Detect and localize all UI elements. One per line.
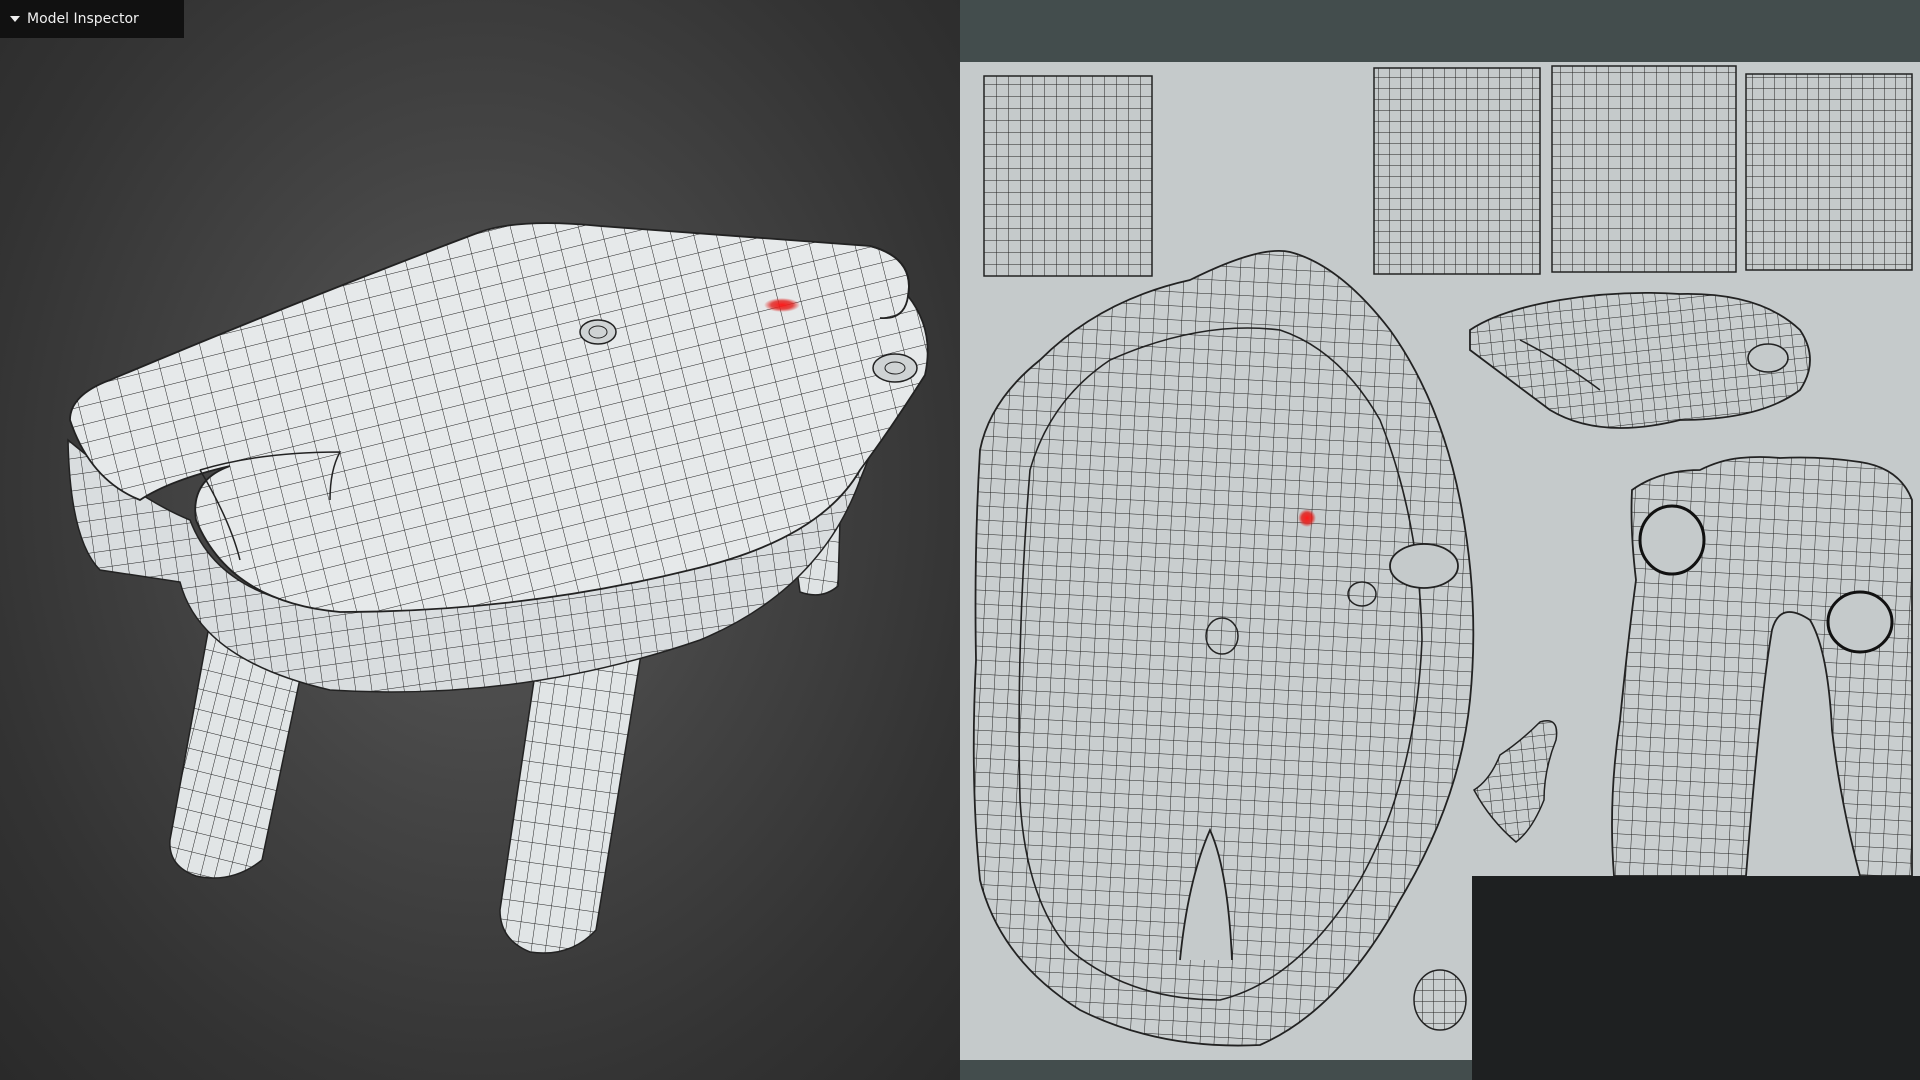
empty-region (1472, 876, 1920, 1080)
uv-island-ear[interactable] (1469, 291, 1811, 429)
uv-island-round[interactable] (1413, 969, 1467, 1031)
uv-island-legs[interactable] (1611, 456, 1913, 877)
stool-mesh[interactable] (0, 0, 960, 1080)
app-root: Model Inspector (0, 0, 1920, 1080)
uv-island-tab[interactable] (1473, 720, 1558, 843)
uv-editor-panel[interactable] (960, 0, 1920, 1080)
model-inspector-header[interactable]: Model Inspector (0, 0, 184, 38)
caret-down-icon[interactable] (10, 16, 20, 22)
3d-point-marker[interactable] (764, 298, 800, 312)
panel-title: Model Inspector (27, 11, 139, 27)
uv-island-seat[interactable] (972, 249, 1475, 1047)
viewport-3d[interactable]: Model Inspector (0, 0, 960, 1080)
uv-island-square-1[interactable] (983, 75, 1153, 277)
uv-island-square-2[interactable] (1373, 67, 1541, 275)
uv-island-square-4[interactable] (1745, 73, 1913, 271)
uv-point-marker[interactable] (1298, 509, 1316, 527)
uv-island-square-3[interactable] (1551, 65, 1737, 273)
